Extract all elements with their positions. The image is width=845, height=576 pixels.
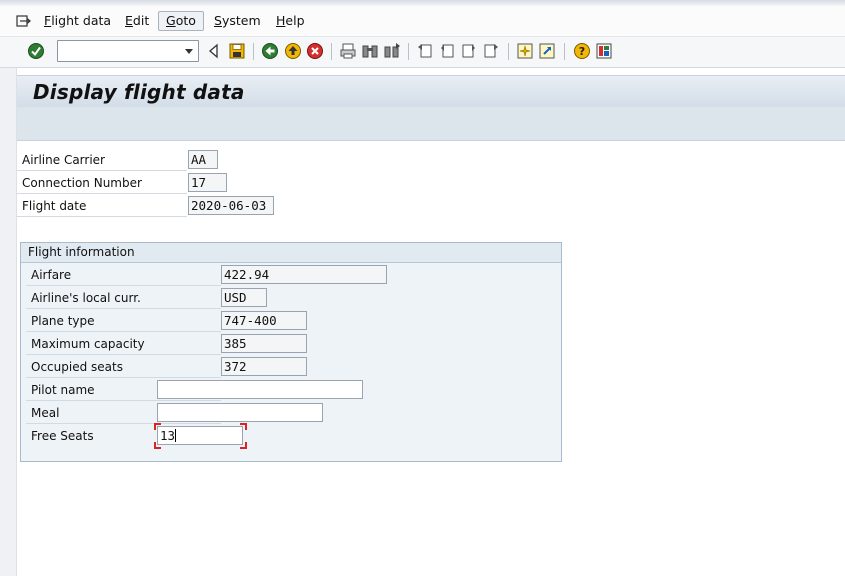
find-icon[interactable] (361, 42, 379, 60)
field-local-currency[interactable]: USD (221, 288, 267, 307)
field-plane-type[interactable]: 747-400 (221, 311, 307, 330)
find-next-icon[interactable] (383, 42, 401, 60)
customize-layout-icon[interactable] (595, 42, 613, 60)
svg-text:?: ? (579, 45, 585, 58)
help-icon[interactable]: ? (573, 42, 591, 60)
label-connection-number: Connection Number (17, 173, 187, 194)
create-session-icon[interactable] (516, 42, 534, 60)
menu-system[interactable]: System (207, 12, 268, 30)
previous-page-icon[interactable] (438, 42, 456, 60)
text-cursor (175, 429, 177, 442)
menu-edit[interactable]: Edit (118, 12, 156, 30)
last-page-icon[interactable] (482, 42, 500, 60)
page-title: Display flight data (33, 80, 245, 104)
standard-toolbar: ? (0, 37, 845, 68)
field-meal[interactable] (157, 403, 323, 422)
back-icon[interactable] (261, 42, 279, 60)
menu-flight-data[interactable]: Flight data (37, 12, 118, 30)
application-toolbar (17, 107, 845, 141)
label-free-seats: Free Seats (31, 429, 94, 443)
field-free-seats[interactable]: 13 (157, 426, 243, 445)
chevron-down-icon[interactable] (185, 49, 193, 54)
cancel-icon[interactable] (306, 42, 324, 60)
label-occupied-seats: Occupied seats (26, 357, 221, 378)
field-connection-number[interactable]: 17 (188, 173, 227, 192)
field-airline-carrier[interactable]: AA (188, 150, 218, 169)
menu-goto[interactable]: Goto (158, 11, 204, 31)
focus-corner-tr (240, 423, 247, 430)
enter-icon[interactable] (27, 42, 45, 60)
print-icon[interactable] (339, 42, 357, 60)
focus-corner-bl (154, 442, 161, 449)
focus-corner-tl (154, 423, 161, 430)
menu-bar: Flight data Edit Goto System Help (0, 6, 845, 37)
free-seats-value: 13 (160, 428, 176, 443)
system-menu-icon[interactable] (16, 14, 32, 28)
menu-help[interactable]: Help (269, 12, 312, 30)
group-header: Flight information (21, 243, 561, 263)
field-maximum-capacity[interactable]: 385 (221, 334, 307, 353)
first-page-icon[interactable] (416, 42, 434, 60)
next-page-icon[interactable] (460, 42, 478, 60)
flight-information-group: Flight information Airfare 422.94 Airlin… (20, 242, 562, 462)
label-plane-type: Plane type (26, 311, 221, 332)
field-airfare[interactable]: 422.94 (221, 265, 387, 284)
command-field[interactable] (57, 40, 199, 62)
left-margin (0, 68, 17, 576)
label-flight-date: Flight date (17, 196, 187, 217)
field-flight-date[interactable]: 2020-06-03 (188, 196, 274, 215)
group-title: Flight information (28, 245, 135, 259)
save-icon[interactable] (228, 42, 246, 60)
field-occupied-seats[interactable]: 372 (221, 357, 307, 376)
shortcut-icon[interactable] (538, 42, 556, 60)
focus-corner-br (240, 442, 247, 449)
back-triangle-icon[interactable] (205, 42, 223, 60)
label-airfare: Airfare (26, 265, 221, 286)
label-maximum-capacity: Maximum capacity (26, 334, 221, 355)
field-pilot-name[interactable] (157, 380, 363, 399)
title-bar: Display flight data (17, 75, 845, 107)
label-airline-carrier: Airline Carrier (17, 150, 187, 171)
label-local-currency: Airline's local curr. (26, 288, 221, 309)
exit-icon[interactable] (284, 42, 302, 60)
